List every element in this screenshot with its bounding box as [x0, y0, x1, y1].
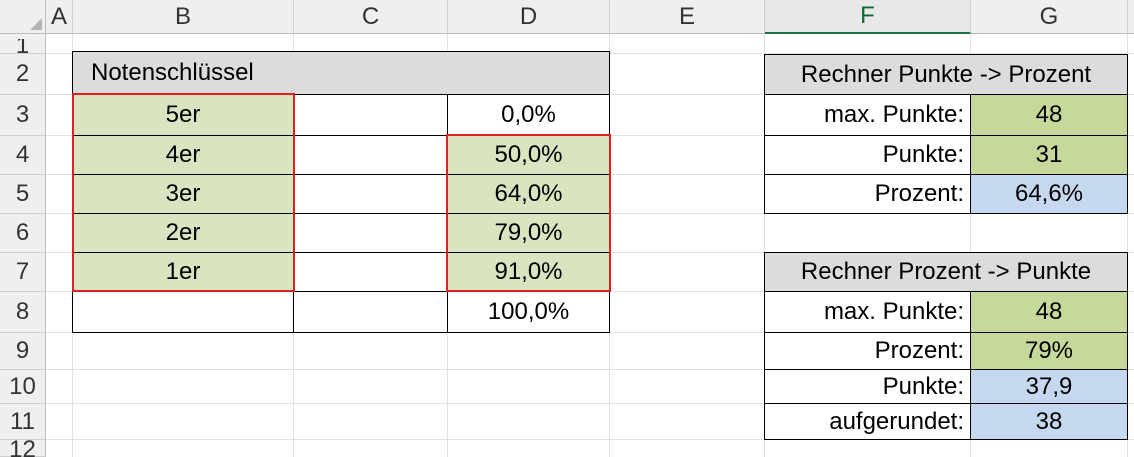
row-header-8[interactable]: 8 [0, 292, 46, 333]
column-header-g[interactable]: G [971, 0, 1128, 34]
percent-cell-0[interactable]: 0,0% [448, 95, 609, 135]
calc2-title[interactable]: Rechner Prozent -> Punkte [765, 253, 1127, 291]
calc1-max-value[interactable]: 48 [971, 95, 1127, 135]
column-header-a[interactable]: A [46, 0, 73, 34]
calc1-percent-value[interactable]: 64,6% [971, 175, 1127, 213]
calc2-points-value[interactable]: 37,9 [971, 370, 1127, 403]
calc2-rounded-label[interactable]: aufgerundet: [765, 404, 970, 439]
calc1-title[interactable]: Rechner Punkte -> Prozent [765, 55, 1127, 94]
row-header-7[interactable]: 7 [0, 253, 46, 292]
row-header-12[interactable]: 12 [0, 440, 46, 457]
calc2-points-label[interactable]: Punkte: [765, 370, 970, 403]
grade-key-title[interactable]: Notenschlüssel [73, 52, 610, 94]
grade-cell-2er[interactable]: 2er [73, 214, 293, 252]
row-header-1-label: 1 [15, 39, 30, 53]
calc1-points-label[interactable]: Punkte: [765, 136, 970, 174]
row-header-10[interactable]: 10 [0, 370, 46, 404]
percent-cell-50[interactable]: 50,0% [448, 136, 609, 174]
calc1-max-label[interactable]: max. Punkte: [765, 95, 970, 135]
row-header-1[interactable]: 1 [0, 34, 46, 54]
column-header-h-partial[interactable] [1128, 0, 1134, 34]
grade-cell-4er[interactable]: 4er [73, 136, 293, 174]
select-all-triangle-icon [30, 18, 42, 30]
calc2-max-label[interactable]: max. Punkte: [765, 292, 970, 332]
row-header-6[interactable]: 6 [0, 214, 46, 253]
calc2-max-value[interactable]: 48 [971, 292, 1127, 332]
column-header-b[interactable]: B [73, 0, 294, 34]
calc2-rounded-value[interactable]: 38 [971, 404, 1127, 439]
calc1-percent-label[interactable]: Prozent: [765, 175, 970, 213]
calc1-points-value[interactable]: 31 [971, 136, 1127, 174]
row-header-12-label: 12 [9, 440, 36, 457]
percent-cell-100[interactable]: 100,0% [448, 292, 609, 332]
grade-cell-3er[interactable]: 3er [73, 175, 293, 213]
percent-cell-79[interactable]: 79,0% [448, 214, 609, 252]
calc2-percent-value[interactable]: 79% [971, 333, 1127, 369]
grade-cell-5er[interactable]: 5er [73, 95, 293, 135]
column-header-e[interactable]: E [610, 0, 765, 34]
select-all-corner[interactable] [0, 0, 46, 34]
calc2-percent-label[interactable]: Prozent: [765, 333, 970, 369]
grade-cell-1er[interactable]: 1er [73, 253, 293, 291]
row-header-4[interactable]: 4 [0, 136, 46, 175]
column-header-f[interactable]: F [765, 0, 971, 34]
column-header-c[interactable]: C [294, 0, 448, 34]
row-header-11[interactable]: 11 [0, 404, 46, 440]
column-header-d[interactable]: D [448, 0, 610, 34]
percent-cell-91[interactable]: 91,0% [448, 253, 609, 291]
row-header-5[interactable]: 5 [0, 175, 46, 214]
percent-cell-64[interactable]: 64,0% [448, 175, 609, 213]
row-header-3[interactable]: 3 [0, 95, 46, 136]
row-header-9[interactable]: 9 [0, 333, 46, 370]
row-header-2[interactable]: 2 [0, 54, 46, 95]
